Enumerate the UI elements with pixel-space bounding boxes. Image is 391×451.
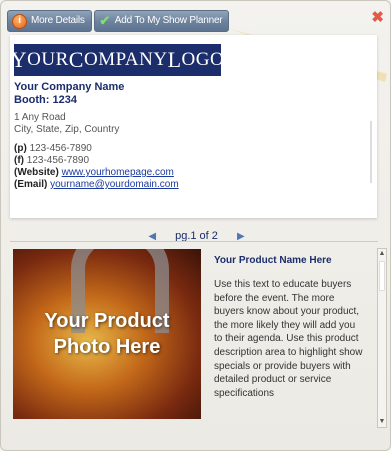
scroll-thumb[interactable]: [379, 261, 385, 291]
divider: [10, 241, 378, 242]
fax-row: (f) 123-456-7890: [14, 155, 90, 166]
photo-caption-line2: Photo Here: [53, 336, 161, 358]
product-text: Use this text to educate buyers before t…: [214, 279, 363, 399]
info-icon: i: [12, 13, 27, 29]
check-icon: ✔: [99, 13, 111, 28]
scroll-down-icon[interactable]: ▼: [378, 417, 386, 427]
website-row: (Website) www.yourhomepage.com: [14, 167, 174, 178]
toolbar: i More Details ✔ Add To My Show Planner: [7, 10, 230, 32]
scroll-up-icon[interactable]: ▲: [378, 249, 386, 259]
photo-caption-line1: Your Product: [44, 310, 170, 332]
company-card: Y OUR C OMPANY L OGO Your Company Name Boot…: [10, 35, 377, 218]
company-name: Your Company Name: [14, 81, 125, 93]
address-line2: City, State, Zip, Country: [14, 124, 120, 135]
company-heading: Your Company Name Booth: 1234: [14, 81, 124, 107]
more-details-label: More Details: [31, 15, 85, 26]
more-details-button[interactable]: i More Details: [7, 10, 92, 32]
product-photo: Your Product Photo Here: [13, 249, 201, 419]
card-scrollbar[interactable]: [370, 121, 372, 183]
company-logo: Y OUR C OMPANY L OGO: [11, 44, 224, 76]
booth-number: Booth: 1234: [14, 94, 77, 106]
product-title: Your Product Name Here: [214, 255, 332, 266]
exhibitor-popup: i More Details ✔ Add To My Show Planner …: [0, 0, 391, 451]
address-line1: 1 Any Road: [14, 112, 66, 123]
add-to-show-planner-button[interactable]: ✔ Add To My Show Planner: [93, 10, 230, 32]
email-link[interactable]: yourname@yourdomain.com: [50, 179, 179, 190]
product-description: Your Product Name Here Use this text to …: [214, 255, 366, 400]
company-address: 1 Any Road City, State, Zip, Country: [14, 112, 119, 136]
phone-row: (p) 123-456-7890: [14, 143, 92, 154]
add-to-show-planner-label: Add To My Show Planner: [114, 15, 223, 26]
close-icon[interactable]: ✖: [371, 10, 384, 26]
product-scrollbar[interactable]: ▲ ▼: [377, 248, 387, 428]
website-link[interactable]: www.yourhomepage.com: [62, 167, 174, 178]
email-row: (Email) yourname@yourdomain.com: [14, 179, 179, 190]
contact-info: (p) 123-456-7890 (f) 123-456-7890 (Websi…: [14, 143, 179, 191]
